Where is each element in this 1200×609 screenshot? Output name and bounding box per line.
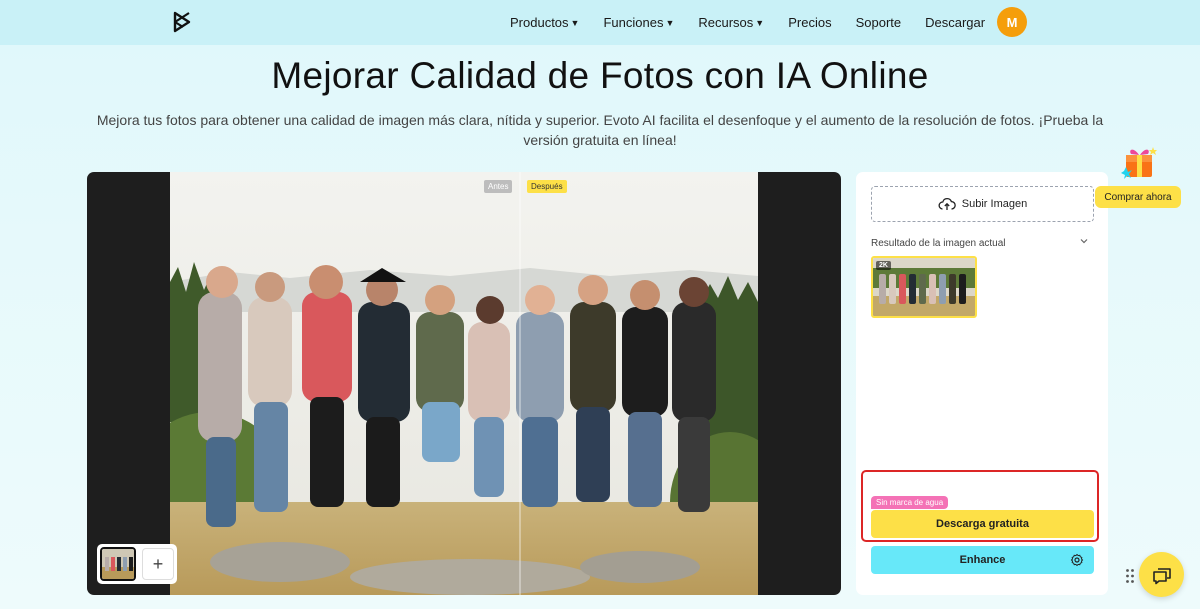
no-watermark-tag: Sin marca de agua — [871, 496, 949, 509]
nav-productos[interactable]: Productos ▼ — [510, 15, 579, 30]
before-tag: Antes — [484, 180, 513, 193]
nav-links: Productos ▼ Funciones ▼ Recursos ▼ Preci… — [510, 0, 1009, 45]
image-comparison-viewer[interactable]: Antes Después + — [87, 172, 841, 595]
nav-funciones-label: Funciones — [603, 15, 664, 30]
chevron-down-icon: ▼ — [570, 17, 580, 28]
cloud-upload-icon — [938, 198, 956, 210]
chat-support-button[interactable] — [1139, 552, 1184, 597]
after-tag: Después — [527, 180, 567, 193]
gear-icon[interactable] — [1070, 553, 1084, 567]
enhance-label: Enhance — [959, 554, 1006, 566]
thumbnail-current[interactable] — [100, 547, 136, 581]
result-section-label: Resultado de la imagen actual — [871, 238, 1006, 249]
nav-precios[interactable]: Precios — [788, 15, 831, 30]
comparison-slider[interactable] — [519, 172, 521, 595]
nav-descargar-label: Descargar — [925, 15, 986, 30]
resolution-badge: 2K — [876, 261, 891, 270]
thumbnail-strip: + — [97, 544, 177, 584]
upload-image-button[interactable]: Subir Imagen — [871, 186, 1094, 222]
thumbnail-photo — [102, 549, 134, 579]
group-photo — [170, 172, 758, 595]
nav-precios-label: Precios — [788, 15, 832, 30]
drag-handle-icon[interactable] — [1125, 568, 1135, 584]
chat-bubble-icon — [1152, 567, 1171, 584]
nav-productos-label: Productos — [510, 15, 569, 30]
add-image-button[interactable]: + — [142, 548, 174, 580]
user-avatar[interactable]: M — [997, 7, 1027, 37]
evoto-logo-icon[interactable] — [172, 11, 192, 33]
enhance-button[interactable]: Enhance — [871, 546, 1094, 574]
control-panel: Subir Imagen Resultado de la imagen actu… — [856, 172, 1108, 595]
free-download-button[interactable]: Descarga gratuita — [871, 510, 1094, 538]
upload-label: Subir Imagen — [961, 198, 1028, 210]
nav-recursos-label: Recursos — [698, 15, 754, 30]
nav-funciones[interactable]: Funciones ▼ — [603, 15, 674, 30]
chevron-down-icon: ▼ — [665, 17, 675, 28]
nav-descargar[interactable]: Descargar — [925, 15, 985, 30]
nav-recursos[interactable]: Recursos ▼ — [698, 15, 764, 30]
gift-box-icon[interactable] — [1120, 143, 1160, 181]
chevron-down-icon: ▼ — [755, 17, 765, 28]
page-subtitle: Mejora tus fotos para obtener una calida… — [96, 112, 1104, 148]
result-thumbnail[interactable]: 2K — [871, 256, 977, 318]
chevron-down-icon[interactable] — [1079, 236, 1089, 246]
page-title: Mejorar Calidad de Fotos con IA Online — [271, 55, 929, 96]
top-nav: Productos ▼ Funciones ▼ Recursos ▼ Preci… — [0, 0, 1200, 45]
buy-now-button[interactable]: Comprar ahora — [1095, 186, 1181, 208]
nav-soporte[interactable]: Soporte — [856, 15, 902, 30]
nav-soporte-label: Soporte — [855, 15, 902, 30]
